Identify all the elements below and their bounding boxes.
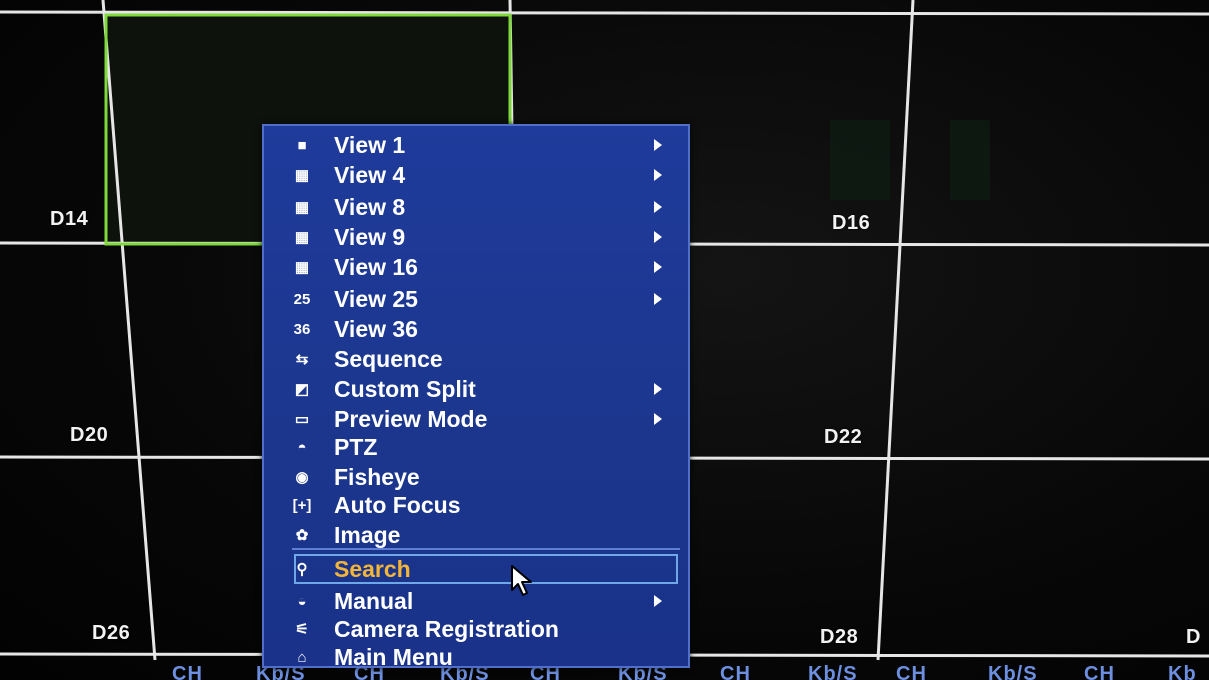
status-ch-4: CH: [720, 663, 751, 680]
camera-registration-icon: ⚟: [295, 621, 309, 638]
menu-item-label: Sequence: [334, 345, 443, 372]
submenu-arrow-icon: [654, 383, 662, 395]
menu-item-label: Main Menu: [334, 643, 453, 670]
status-kbs-4: Kb/S: [808, 663, 858, 680]
nine-grid-icon: ▦: [294, 229, 310, 246]
tile-label-d26: D26: [92, 622, 131, 644]
menu-item-label: View 8: [334, 193, 406, 220]
menu-item-label: View 16: [334, 253, 418, 280]
menu-item-label: Preview Mode: [334, 405, 488, 432]
menu-item-view-8[interactable]: ▦ View 8: [264, 192, 688, 222]
palette-icon: ✿: [295, 527, 309, 544]
menu-item-main-menu[interactable]: ⌂ Main Menu: [264, 642, 688, 672]
menu-item-view-25[interactable]: 25 View 25: [264, 284, 688, 314]
tile-label-d16: D16: [832, 212, 871, 234]
menu-item-view-16[interactable]: ▦ View 16: [264, 252, 688, 282]
tile-glow-d16: [830, 120, 890, 200]
menu-item-sequence[interactable]: ⇆ Sequence: [264, 344, 688, 374]
menu-item-custom-split[interactable]: ◩ Custom Split: [264, 374, 688, 404]
menu-item-label: Auto Focus: [334, 491, 461, 518]
status-kbs-5: Kb/S: [988, 663, 1038, 680]
status-ch-1: CH: [172, 663, 203, 680]
menu-item-label: Search: [334, 555, 411, 582]
tile-label-d14: D14: [50, 208, 89, 230]
menu-item-label: Manual: [334, 587, 414, 614]
submenu-arrow-icon: [654, 169, 662, 181]
grid-line-v3: [876, 0, 915, 661]
menu-item-search[interactable]: ⚲ Search: [264, 554, 688, 584]
tile-label-d28: D28: [820, 626, 859, 648]
twenty-five-grid-icon: 25: [293, 290, 311, 308]
custom-split-icon: ◩: [294, 381, 310, 398]
menu-item-ptz[interactable]: ◓ PTZ: [264, 432, 688, 462]
search-icon: ⚲: [296, 561, 308, 578]
home-icon: ⌂: [297, 648, 307, 666]
single-window-icon: ■: [297, 136, 307, 154]
menu-item-label: Camera Registration: [334, 615, 559, 642]
menu-item-label: View 4: [334, 161, 406, 188]
menu-item-view-9[interactable]: ▦ View 9: [264, 222, 688, 252]
mouse-cursor-icon: [511, 565, 532, 596]
menu-item-label: Fisheye: [334, 463, 420, 490]
menu-item-view-36[interactable]: 36 View 36: [264, 314, 688, 344]
tile-label-edge: D: [1186, 626, 1201, 648]
menu-item-view-1[interactable]: ■ View 1: [264, 130, 688, 160]
menu-item-label: Image: [334, 521, 401, 548]
menu-item-label: PTZ: [334, 433, 378, 460]
menu-item-label: Custom Split: [334, 375, 476, 402]
tile-label-d22: D22: [824, 426, 863, 448]
eight-grid-icon: ▦: [294, 199, 310, 216]
menu-item-label: View 36: [334, 315, 418, 342]
four-grid-icon: ▦: [294, 167, 310, 184]
dvr-live-view-screen: D14 D16 D20 D22 D26 D28 D CH Kb/S CH Kb/…: [0, 0, 1209, 680]
dome-camera-icon: ◓: [297, 438, 307, 456]
menu-item-view-4[interactable]: ▦ View 4: [264, 160, 688, 190]
tile-label-d20: D20: [70, 424, 109, 446]
menu-item-label: View 9: [334, 223, 406, 250]
submenu-arrow-icon: [654, 139, 662, 151]
status-ch-6: CH: [1084, 663, 1115, 680]
auto-focus-icon: [+]: [292, 496, 312, 514]
submenu-arrow-icon: [654, 413, 662, 425]
tile-glow-d17: [950, 120, 990, 200]
sixteen-grid-icon: ▦: [294, 259, 310, 276]
sequence-icon: ⇆: [295, 351, 309, 368]
monitor-icon: ▭: [294, 411, 310, 428]
menu-item-label: View 1: [334, 131, 406, 158]
context-menu: ■ View 1 ▦ View 4 ▦ View 8 ▦ View 9 ▦ View 16 25 Vi…: [262, 124, 690, 670]
manual-icon: ◒: [297, 592, 307, 610]
menu-item-image[interactable]: ✿ Image: [264, 520, 688, 550]
submenu-arrow-icon: [654, 293, 662, 305]
submenu-arrow-icon: [654, 261, 662, 273]
submenu-arrow-icon: [654, 595, 662, 607]
menu-item-label: View 25: [334, 285, 418, 312]
menu-item-manual[interactable]: ◒ Manual: [264, 586, 688, 616]
status-ch-5: CH: [896, 663, 927, 680]
submenu-arrow-icon: [654, 201, 662, 213]
submenu-arrow-icon: [654, 231, 662, 243]
menu-item-camera-registration[interactable]: ⚟ Camera Registration: [264, 614, 688, 644]
menu-item-fisheye[interactable]: ◉ Fisheye: [264, 462, 688, 492]
thirty-six-grid-icon: 36: [293, 320, 311, 338]
menu-item-preview-mode[interactable]: ▭ Preview Mode: [264, 404, 688, 434]
status-kbs-6: Kb: [1168, 663, 1197, 680]
fisheye-icon: ◉: [295, 469, 309, 486]
menu-item-auto-focus[interactable]: [+] Auto Focus: [264, 490, 688, 520]
